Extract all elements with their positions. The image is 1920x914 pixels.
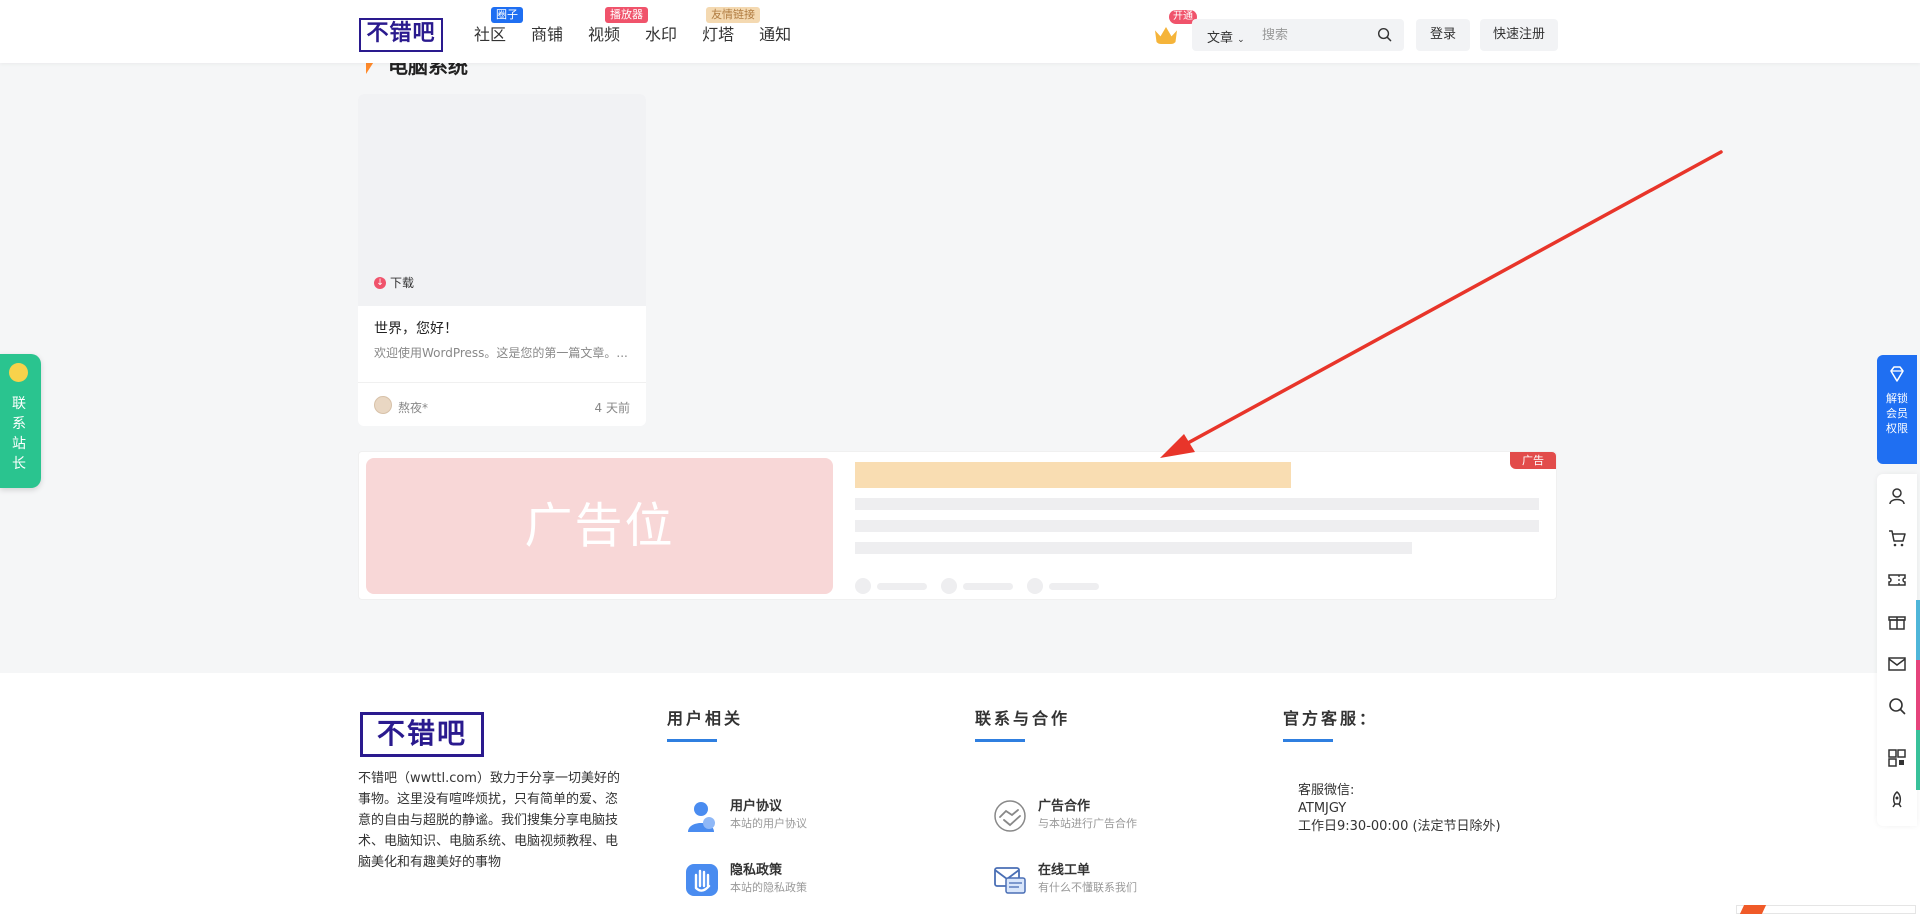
ad-meta-placeholder: [941, 578, 1013, 594]
ad-title-placeholder: [855, 462, 1291, 488]
footer-link-privacy[interactable]: 隐私政策本站的隐私政策: [684, 862, 807, 898]
footer-link-subtitle: 本站的隐私政策: [730, 881, 807, 894]
post-time: 4 天前: [594, 401, 630, 415]
unlock-vip-label: 解锁会员权限: [1886, 392, 1908, 435]
ad-image[interactable]: 广告位: [366, 458, 833, 594]
footer-link-title: 广告合作: [1038, 799, 1091, 814]
ad-banner[interactable]: 广告位 广告: [358, 451, 1557, 600]
search-box: 文章 ⌄: [1192, 19, 1404, 51]
nav-label: 社区: [474, 25, 507, 44]
main-nav: 圈子 社区 商铺 播放器 视频 水印 友情链接 灯塔 通知: [474, 7, 816, 46]
user-icon[interactable]: [1885, 484, 1909, 508]
post-card[interactable]: ↓ 下载 世界，您好！ 欢迎使用WordPress。这是您的第一篇文章。... …: [358, 94, 646, 426]
search-icon[interactable]: [1377, 27, 1392, 42]
footer-heading-support: 官方客服：: [1283, 709, 1379, 728]
nav-item-community[interactable]: 圈子 社区: [474, 7, 523, 46]
footer-heading-underline: [975, 739, 1025, 742]
ad-meta-placeholder: [1027, 578, 1099, 594]
nav-badge-circle: 圈子: [491, 7, 523, 23]
search-type-label: 文章: [1207, 31, 1234, 46]
bottom-corner-accent: [1739, 905, 1767, 914]
download-label: 下载: [390, 276, 415, 290]
footer-heading-underline: [667, 739, 717, 742]
ad-line-placeholder: [855, 520, 1539, 532]
search-input[interactable]: [1262, 25, 1372, 45]
site-footer: 不错吧 不错吧（wwttl.com）致力于分享一切美好的事物。这里没有喧哗烦扰，…: [0, 673, 1920, 914]
post-author[interactable]: 熬夜*: [398, 399, 428, 416]
crown-icon: [1155, 27, 1177, 44]
nav-badge-player: 播放器: [605, 7, 649, 23]
footer-link-user-agreement[interactable]: 用户协议本站的用户协议: [684, 798, 807, 834]
contact-webmaster-label: 联系站长: [12, 396, 26, 472]
right-toolbar: [1877, 474, 1917, 826]
cs-line: 客服微信:: [1298, 783, 1355, 798]
nav-item-watermark[interactable]: 水印: [645, 24, 677, 46]
hand-icon: [686, 864, 718, 896]
nav-item-notice[interactable]: 通知: [759, 24, 791, 46]
footer-heading-underline: [1283, 739, 1333, 742]
cs-hours: 工作日9:30-00:00 (法定节日除外): [1298, 819, 1501, 834]
nav-label: 水印: [645, 25, 678, 44]
rocket-icon[interactable]: [1885, 788, 1909, 812]
footer-link-subtitle: 有什么不懂联系我们: [1038, 881, 1137, 894]
contact-webmaster-tab[interactable]: 联系站长: [0, 354, 41, 488]
card-divider: [358, 382, 646, 383]
site-header: 不错吧 圈子 社区 商铺 播放器 视频 水印 友情链接 灯塔 通知 开通 文章 …: [0, 0, 1920, 63]
cs-wechat-id: ATMJGY: [1298, 801, 1347, 816]
ticket-icon[interactable]: [1885, 568, 1909, 592]
qrcode-icon[interactable]: [1885, 746, 1909, 770]
footer-link-title: 隐私政策: [730, 863, 783, 878]
customer-service-info: 客服微信: ATMJGY 工作日9:30-00:00 (法定节日除外): [1298, 782, 1501, 836]
nav-badge-links: 友情链接: [706, 7, 761, 23]
edge-accent: [1916, 600, 1920, 660]
footer-link-subtitle: 本站的用户协议: [730, 817, 807, 830]
footer-description: 不错吧（wwttl.com）致力于分享一切美好的事物。这里没有喧哗烦扰，只有简单…: [358, 771, 620, 870]
unlock-vip-button[interactable]: 解锁会员权限: [1877, 355, 1917, 464]
cart-icon[interactable]: [1885, 526, 1909, 550]
register-button[interactable]: 快速注册: [1480, 19, 1558, 51]
site-logo[interactable]: 不错吧: [359, 18, 443, 52]
nav-item-shop[interactable]: 商铺: [531, 24, 563, 46]
nav-label: 商铺: [531, 25, 564, 44]
search-type-select[interactable]: 文章 ⌄: [1207, 27, 1245, 46]
nav-item-lighthouse[interactable]: 友情链接 灯塔: [702, 7, 761, 46]
nav-item-video[interactable]: 播放器 视频: [588, 7, 649, 46]
avatar[interactable]: [374, 396, 392, 414]
footer-link-title: 在线工单: [1038, 863, 1091, 878]
footer-logo[interactable]: 不错吧: [360, 712, 484, 757]
ad-tag: 广告: [1510, 452, 1556, 469]
footer-link-subtitle: 与本站进行广告合作: [1038, 817, 1137, 830]
footer-link-title: 用户协议: [730, 799, 783, 814]
nav-label: 灯塔: [702, 25, 735, 44]
ad-meta-placeholder: [855, 578, 927, 594]
post-title[interactable]: 世界，您好！: [374, 318, 458, 338]
user-icon: [688, 802, 715, 832]
vip-crown-button[interactable]: 开通: [1155, 10, 1197, 46]
diamond-icon: [1890, 366, 1904, 382]
login-button[interactable]: 登录: [1416, 19, 1470, 51]
search-icon[interactable]: [1885, 694, 1909, 718]
ad-line-placeholder: [855, 498, 1539, 510]
nav-label: 通知: [759, 25, 792, 44]
edge-accent: [1916, 660, 1920, 730]
footer-heading-contact: 联系与合作: [975, 709, 1071, 728]
post-excerpt: 欢迎使用WordPress。这是您的第一篇文章。...: [374, 346, 628, 360]
footer-heading-user: 用户相关: [667, 709, 744, 728]
download-icon: ↓: [374, 276, 386, 289]
gift-icon[interactable]: [1885, 610, 1909, 634]
ad-line-placeholder: [855, 542, 1412, 554]
message-icon[interactable]: [1885, 652, 1909, 676]
nav-label: 视频: [588, 25, 621, 44]
handshake-icon: [994, 800, 1026, 832]
download-tag: ↓ 下载: [374, 274, 414, 291]
smile-icon: [9, 363, 28, 382]
chevron-down-icon: ⌄: [1237, 35, 1245, 45]
edge-accent: [1916, 730, 1920, 790]
footer-link-ad-cooperation[interactable]: 广告合作与本站进行广告合作: [992, 798, 1137, 834]
footer-link-ticket[interactable]: 在线工单有什么不懂联系我们: [992, 862, 1137, 898]
mail-icon: [994, 867, 1026, 894]
